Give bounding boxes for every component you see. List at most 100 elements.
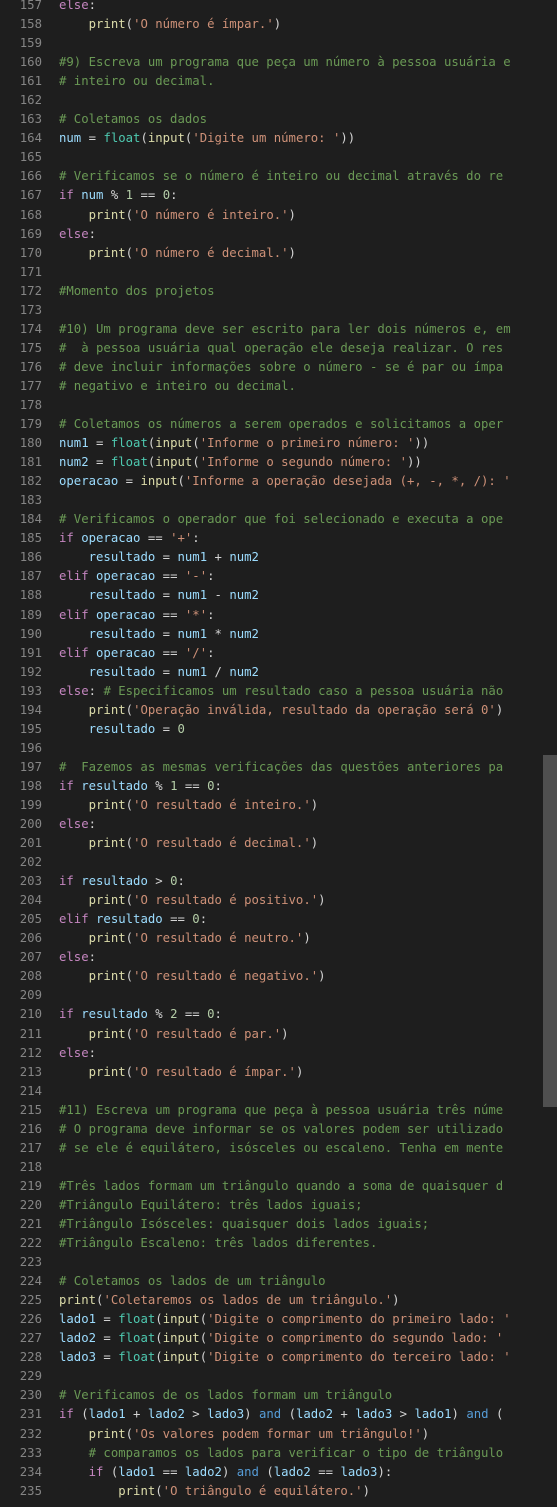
code-text[interactable]: # se ele é equilátero, isósceles ou esca… — [59, 1139, 557, 1158]
code-text[interactable]: #Triângulo Equilátero: três lados iguais… — [59, 1196, 557, 1215]
code-line[interactable]: 223 — [0, 1253, 557, 1272]
code-line[interactable]: 205 elif resultado == 0: — [0, 910, 557, 929]
code-text[interactable]: else: — [59, 1044, 557, 1063]
code-line[interactable]: 197 # Fazemos as mesmas verificações das … — [0, 758, 557, 777]
code-line[interactable]: 215 #11) Escreva um programa que peça à p… — [0, 1101, 557, 1120]
code-line[interactable]: 219 #Três lados formam um triângulo quand… — [0, 1177, 557, 1196]
code-line[interactable]: 202 — [0, 853, 557, 872]
code-line[interactable]: 209 — [0, 986, 557, 1005]
code-line[interactable]: 228 lado3 = float(input('Digite o comprim… — [0, 1348, 557, 1367]
code-line[interactable]: 199 print('O resultado é inteiro.') — [0, 796, 557, 815]
code-line[interactable]: 182 operacao = input('Informe a operação … — [0, 472, 557, 491]
code-text[interactable]: #Momento dos projetos — [59, 282, 557, 301]
code-line[interactable]: 216 # O programa deve informar se os valo… — [0, 1120, 557, 1139]
code-text[interactable]: elif resultado == 0: — [59, 910, 557, 929]
code-text[interactable]: # Coletamos os lados de um triângulo — [59, 1272, 557, 1291]
code-text[interactable]: # comparamos os lados para verificar o t… — [59, 1444, 557, 1463]
code-line[interactable]: 214 — [0, 1082, 557, 1101]
code-text[interactable]: print('O resultado é negativo.') — [59, 967, 557, 986]
code-text[interactable]: print('O número é inteiro.') — [59, 206, 557, 225]
code-line[interactable]: 191 elif operacao == '/': — [0, 644, 557, 663]
code-line[interactable]: 173 — [0, 301, 557, 320]
code-line[interactable]: 178 — [0, 396, 557, 415]
code-text[interactable]: num2 = float(input('Informe o segundo nú… — [59, 453, 557, 472]
code-line[interactable]: 181 num2 = float(input('Informe o segundo… — [0, 453, 557, 472]
code-line[interactable]: 220 #Triângulo Equilátero: três lados igu… — [0, 1196, 557, 1215]
code-text[interactable]: #Triângulo Isósceles: quaisquer dois lad… — [59, 1215, 557, 1234]
code-text[interactable]: # O programa deve informar se os valores… — [59, 1120, 557, 1139]
code-line[interactable]: 172 #Momento dos projetos — [0, 282, 557, 301]
code-text[interactable]: print('Coletaremos os lados de um triâng… — [59, 1291, 557, 1310]
code-line[interactable]: 195 resultado = 0 — [0, 720, 557, 739]
code-line[interactable]: 200 else: — [0, 815, 557, 834]
code-line[interactable]: 161 # inteiro ou decimal. — [0, 72, 557, 91]
code-line[interactable]: 213 print('O resultado é ímpar.') — [0, 1063, 557, 1082]
code-text[interactable]: if num % 1 == 0: — [59, 186, 557, 205]
code-text[interactable]: resultado = num1 + num2 — [59, 548, 557, 567]
code-line[interactable]: 235 print('O triângulo é equilátero.') — [0, 1482, 557, 1501]
code-text[interactable]: print('O resultado é neutro.') — [59, 929, 557, 948]
code-line[interactable]: 193 else: # Especificamos um resultado ca… — [0, 682, 557, 701]
code-text[interactable]: print('O número é ímpar.') — [59, 15, 557, 34]
code-text[interactable]: #10) Um programa deve ser escrito para l… — [59, 320, 557, 339]
code-line[interactable]: 185 if operacao == '+': — [0, 529, 557, 548]
code-line[interactable]: 164 num = float(input('Digite um número: … — [0, 129, 557, 148]
vertical-scrollbar-thumb[interactable] — [543, 755, 557, 1107]
code-line[interactable]: 167 if num % 1 == 0: — [0, 186, 557, 205]
code-line[interactable]: 189 elif operacao == '*': — [0, 606, 557, 625]
code-text[interactable]: resultado = num1 - num2 — [59, 586, 557, 605]
code-text[interactable]: print('O resultado é positivo.') — [59, 891, 557, 910]
code-text[interactable]: else: — [59, 948, 557, 967]
code-line[interactable]: 180 num1 = float(input('Informe o primeir… — [0, 434, 557, 453]
code-line[interactable]: 198 if resultado % 1 == 0: — [0, 777, 557, 796]
code-line[interactable]: 224 # Coletamos os lados de um triângulo — [0, 1272, 557, 1291]
code-line[interactable]: 196 — [0, 739, 557, 758]
code-text[interactable]: if (lado1 + lado2 > lado3) and (lado2 + … — [59, 1405, 557, 1424]
code-text[interactable]: lado3 = float(input('Digite o compriment… — [59, 1348, 557, 1367]
code-line[interactable]: 204 print('O resultado é positivo.') — [0, 891, 557, 910]
code-line[interactable]: 222 #Triângulo Escaleno: três lados difer… — [0, 1234, 557, 1253]
code-text[interactable]: # Coletamos os números a serem operados … — [59, 415, 557, 434]
code-text[interactable]: print('O triângulo é equilátero.') — [59, 1482, 557, 1501]
code-text[interactable]: if operacao == '+': — [59, 529, 557, 548]
code-text[interactable]: # Verificamos o operador que foi selecio… — [59, 510, 557, 529]
code-text[interactable]: # negativo e inteiro ou decimal. — [59, 377, 557, 396]
code-text[interactable]: print('Operação inválida, resultado da o… — [59, 701, 557, 720]
code-line[interactable]: 225 print('Coletaremos os lados de um tri… — [0, 1291, 557, 1310]
code-line[interactable]: 186 resultado = num1 + num2 — [0, 548, 557, 567]
code-editor[interactable]: 157 else: 158 print('O número é ímpar.') 15… — [0, 0, 557, 1501]
code-text[interactable]: else: — [59, 0, 557, 15]
code-text[interactable]: if resultado % 1 == 0: — [59, 777, 557, 796]
code-line[interactable]: 188 resultado = num1 - num2 — [0, 586, 557, 605]
code-line[interactable]: 226 lado1 = float(input('Digite o comprim… — [0, 1310, 557, 1329]
code-text[interactable]: if resultado % 2 == 0: — [59, 1005, 557, 1024]
code-line[interactable]: 210 if resultado % 2 == 0: — [0, 1005, 557, 1024]
code-line[interactable]: 171 — [0, 263, 557, 282]
code-line[interactable]: 208 print('O resultado é negativo.') — [0, 967, 557, 986]
code-line[interactable]: 231 if (lado1 + lado2 > lado3) and (lado2… — [0, 1405, 557, 1424]
code-text[interactable]: lado2 = float(input('Digite o compriment… — [59, 1329, 557, 1348]
code-text[interactable]: elif operacao == '/': — [59, 644, 557, 663]
code-text[interactable]: resultado = 0 — [59, 720, 557, 739]
code-text[interactable]: if resultado > 0: — [59, 872, 557, 891]
code-line[interactable]: 162 — [0, 91, 557, 110]
code-text[interactable]: resultado = num1 / num2 — [59, 663, 557, 682]
code-line[interactable]: 187 elif operacao == '-': — [0, 567, 557, 586]
code-line[interactable]: 159 — [0, 34, 557, 53]
code-line[interactable]: 227 lado2 = float(input('Digite o comprim… — [0, 1329, 557, 1348]
code-line[interactable]: 157 else: — [0, 0, 557, 15]
code-line[interactable]: 170 print('O número é decimal.') — [0, 244, 557, 263]
code-text[interactable]: #9) Escreva um programa que peça um núme… — [59, 53, 557, 72]
code-text[interactable]: print('O resultado é ímpar.') — [59, 1063, 557, 1082]
code-line[interactable]: 217 # se ele é equilátero, isósceles ou e… — [0, 1139, 557, 1158]
code-text[interactable]: print('O resultado é par.') — [59, 1025, 557, 1044]
code-line[interactable]: 221 #Triângulo Isósceles: quaisquer dois … — [0, 1215, 557, 1234]
vertical-scrollbar-track[interactable] — [543, 0, 557, 1507]
code-line[interactable]: 168 print('O número é inteiro.') — [0, 206, 557, 225]
code-text[interactable]: #Triângulo Escaleno: três lados diferent… — [59, 1234, 557, 1253]
code-text[interactable]: #Três lados formam um triângulo quando a… — [59, 1177, 557, 1196]
code-line[interactable]: 207 else: — [0, 948, 557, 967]
code-text[interactable]: elif operacao == '-': — [59, 567, 557, 586]
code-line[interactable]: 174 #10) Um programa deve ser escrito par… — [0, 320, 557, 339]
code-line[interactable]: 212 else: — [0, 1044, 557, 1063]
